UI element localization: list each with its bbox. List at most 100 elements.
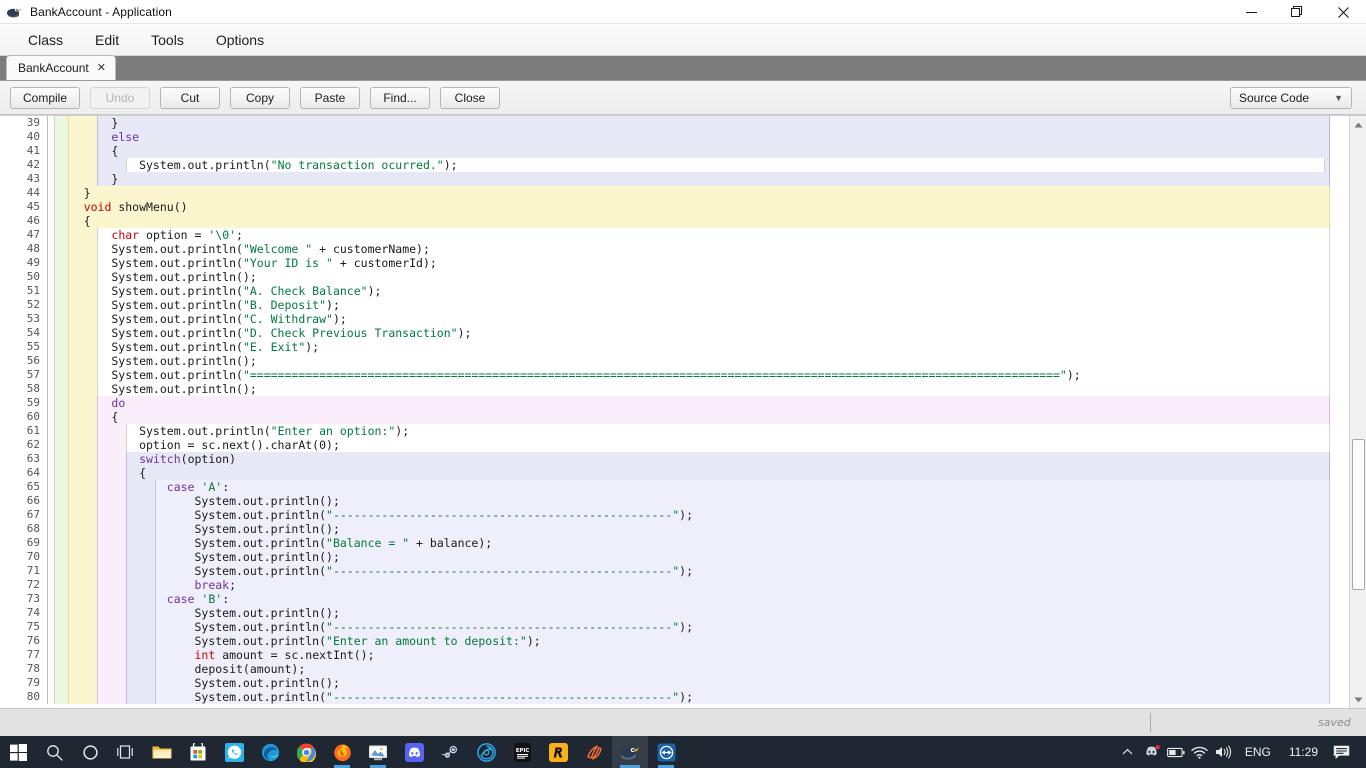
scroll-up-arrow[interactable] bbox=[1350, 116, 1366, 133]
code-line[interactable]: 73 case 'B': bbox=[0, 592, 1349, 606]
code-line[interactable]: 59 do bbox=[0, 396, 1349, 410]
edge-icon[interactable] bbox=[252, 736, 288, 768]
code-line[interactable]: 69 System.out.println("Balance = " + bal… bbox=[0, 536, 1349, 550]
minimize-button[interactable] bbox=[1228, 0, 1274, 24]
code-line[interactable]: 63 switch(option) bbox=[0, 452, 1349, 466]
code-editor[interactable]: 39 } 40 else 41 {42 System.out.println("No… bbox=[0, 116, 1349, 708]
teamviewer-icon[interactable] bbox=[648, 736, 684, 768]
microsoft-store-icon[interactable] bbox=[180, 736, 216, 768]
wifi-icon[interactable] bbox=[1188, 736, 1212, 768]
copy-button[interactable]: Copy bbox=[230, 86, 291, 109]
undo-button[interactable]: Undo bbox=[90, 86, 151, 109]
menu-class[interactable]: Class bbox=[14, 28, 77, 52]
code-line[interactable]: 53 System.out.println("C. Withdraw"); bbox=[0, 312, 1349, 326]
clock[interactable]: 11:29 bbox=[1280, 745, 1327, 759]
code-line[interactable]: 51 System.out.println("A. Check Balance"… bbox=[0, 284, 1349, 298]
discord-icon[interactable] bbox=[396, 736, 432, 768]
code-line[interactable]: 43 } bbox=[0, 172, 1349, 186]
code-line[interactable]: 44 } bbox=[0, 186, 1349, 200]
code-line[interactable]: 68 System.out.println(); bbox=[0, 522, 1349, 536]
bluej-icon[interactable] bbox=[612, 736, 648, 768]
svg-text:EPIC: EPIC bbox=[515, 748, 529, 754]
code-line[interactable]: 70 System.out.println(); bbox=[0, 550, 1349, 564]
code-line[interactable]: 52 System.out.println("B. Deposit"); bbox=[0, 298, 1349, 312]
code-line[interactable]: 40 else bbox=[0, 130, 1349, 144]
find-button[interactable]: Find... bbox=[370, 86, 431, 109]
code-line[interactable]: 58 System.out.println(); bbox=[0, 382, 1349, 396]
battery-icon[interactable] bbox=[1164, 736, 1188, 768]
scroll-down-arrow[interactable] bbox=[1350, 691, 1366, 708]
epic-games-icon[interactable]: EPIC bbox=[504, 736, 540, 768]
show-desktop-button[interactable] bbox=[1355, 736, 1362, 768]
whatsapp-icon[interactable] bbox=[216, 736, 252, 768]
code-text: System.out.println("Welcome " + customer… bbox=[56, 242, 430, 256]
code-line[interactable]: 64 { bbox=[0, 466, 1349, 480]
search-icon[interactable] bbox=[36, 736, 72, 768]
code-line[interactable]: 57 System.out.println("=================… bbox=[0, 368, 1349, 382]
code-line[interactable]: 67 System.out.println("-----------------… bbox=[0, 508, 1349, 522]
code-line[interactable]: 42 System.out.println("No transaction oc… bbox=[0, 158, 1349, 172]
code-line[interactable]: 72 break; bbox=[0, 578, 1349, 592]
code-line[interactable]: 55 System.out.println("E. Exit"); bbox=[0, 340, 1349, 354]
code-line[interactable]: 71 System.out.println("-----------------… bbox=[0, 564, 1349, 578]
action-center-icon[interactable] bbox=[1327, 736, 1355, 768]
menu-options[interactable]: Options bbox=[202, 28, 278, 52]
scrollbar-thumb[interactable] bbox=[1352, 439, 1365, 590]
code-line[interactable]: 79 System.out.println(); bbox=[0, 676, 1349, 690]
origin-icon[interactable] bbox=[576, 736, 612, 768]
code-line[interactable]: 66 System.out.println(); bbox=[0, 494, 1349, 508]
menu-edit[interactable]: Edit bbox=[81, 28, 133, 52]
code-line[interactable]: 76 System.out.println("Enter an amount t… bbox=[0, 634, 1349, 648]
cut-button[interactable]: Cut bbox=[160, 86, 221, 109]
code-line[interactable]: 46 { bbox=[0, 214, 1349, 228]
code-line[interactable]: 60 { bbox=[0, 410, 1349, 424]
paste-button[interactable]: Paste bbox=[300, 86, 361, 109]
scope-bands: System.out.println("D. Check Previous Tr… bbox=[48, 326, 1349, 340]
code-line[interactable]: 47 char option = '\0'; bbox=[0, 228, 1349, 242]
chrome-icon[interactable] bbox=[288, 736, 324, 768]
volume-icon[interactable] bbox=[1212, 736, 1236, 768]
code-line[interactable]: 41 { bbox=[0, 144, 1349, 158]
code-line[interactable]: 61 System.out.println("Enter an option:"… bbox=[0, 424, 1349, 438]
code-line[interactable]: 56 System.out.println(); bbox=[0, 354, 1349, 368]
compile-button[interactable]: Compile bbox=[10, 86, 81, 109]
line-number: 73 bbox=[0, 592, 48, 606]
firefox-icon[interactable] bbox=[324, 736, 360, 768]
code-line[interactable]: 77 int amount = sc.nextInt(); bbox=[0, 648, 1349, 662]
tab-bankaccount[interactable]: BankAccount ✕ bbox=[6, 55, 116, 80]
cortana-icon[interactable] bbox=[72, 736, 108, 768]
code-line[interactable]: 39 } bbox=[0, 116, 1349, 130]
language-indicator[interactable]: ENG bbox=[1236, 745, 1280, 759]
code-line[interactable]: 65 case 'A': bbox=[0, 480, 1349, 494]
rockstar-icon[interactable] bbox=[540, 736, 576, 768]
code-line[interactable]: 50 System.out.println(); bbox=[0, 270, 1349, 284]
start-button[interactable] bbox=[0, 736, 36, 768]
tab-close-icon[interactable]: ✕ bbox=[97, 62, 106, 74]
code-line[interactable]: 54 System.out.println("D. Check Previous… bbox=[0, 326, 1349, 340]
line-number: 59 bbox=[0, 396, 48, 410]
steam-icon[interactable] bbox=[432, 736, 468, 768]
code-line[interactable]: 74 System.out.println(); bbox=[0, 606, 1349, 620]
close-editor-button[interactable]: Close bbox=[440, 86, 501, 109]
line-number: 47 bbox=[0, 228, 48, 242]
ubisoft-icon[interactable] bbox=[468, 736, 504, 768]
code-text: System.out.println(); bbox=[56, 676, 340, 690]
code-line[interactable]: 49 System.out.println("Your ID is " + cu… bbox=[0, 256, 1349, 270]
code-line[interactable]: 78 deposit(amount); bbox=[0, 662, 1349, 676]
file-explorer-icon[interactable] bbox=[144, 736, 180, 768]
menu-tools[interactable]: Tools bbox=[137, 28, 198, 52]
close-button[interactable] bbox=[1320, 0, 1366, 24]
code-line[interactable]: 80 System.out.println("-----------------… bbox=[0, 690, 1349, 704]
task-view-icon[interactable] bbox=[108, 736, 144, 768]
code-line[interactable]: 62 option = sc.next().charAt(0); bbox=[0, 438, 1349, 452]
discord-tray-icon[interactable] bbox=[1140, 736, 1164, 768]
code-line[interactable]: 45 void showMenu() bbox=[0, 200, 1349, 214]
maximize-button[interactable] bbox=[1274, 0, 1320, 24]
line-number: 58 bbox=[0, 382, 48, 396]
chevron-up-icon[interactable] bbox=[1116, 736, 1140, 768]
photos-icon[interactable] bbox=[360, 736, 396, 768]
code-line[interactable]: 75 System.out.println("-----------------… bbox=[0, 620, 1349, 634]
code-line[interactable]: 48 System.out.println("Welcome " + custo… bbox=[0, 242, 1349, 256]
vertical-scrollbar[interactable] bbox=[1349, 116, 1366, 708]
view-selector-dropdown[interactable]: Source Code ▼ bbox=[1230, 87, 1352, 109]
